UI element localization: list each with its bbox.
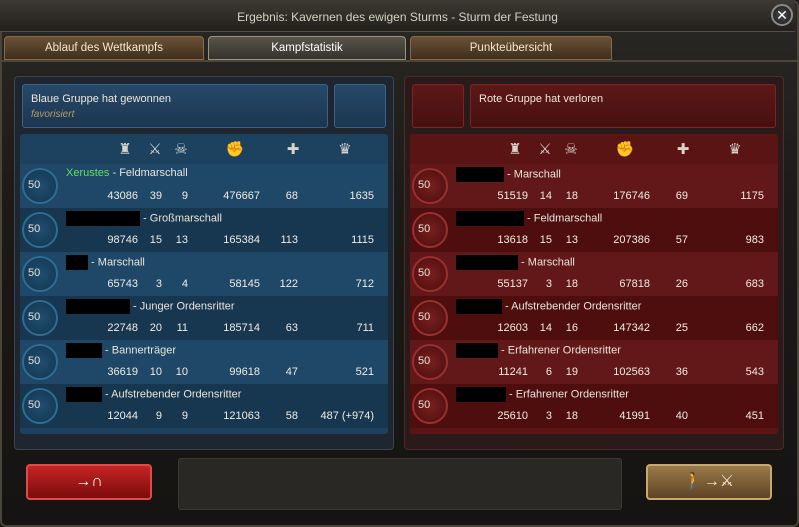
- table-row[interactable]: 50 - Marschall 65743 3 4 58145 122 712: [20, 252, 388, 296]
- plus-icon: ✚: [676, 141, 690, 158]
- player-rank: Bannerträger: [111, 344, 176, 357]
- title-bar: Ergebnis: Kavernen des ewigen Sturms - S…: [0, 0, 795, 32]
- redacted-name: [456, 255, 518, 270]
- redacted-name: [66, 299, 130, 314]
- red-column-header: ♜ ⚔ ☠ ✊ ✚ ♛: [410, 138, 778, 162]
- blue-column-header: ♜ ⚔ ☠ ✊ ✚ ♛: [20, 138, 388, 162]
- player-rank: Großmarschall: [149, 212, 222, 225]
- crossed-swords-icon: ⚔: [538, 141, 552, 158]
- redacted-name: [66, 343, 102, 358]
- table-row[interactable]: 50 Xerustes - Feldmarschall 43086 39 9 4…: [20, 164, 388, 208]
- player-name[interactable]: Xerustes: [66, 167, 109, 179]
- table-row[interactable]: 50 - Feldmarschall 13618 15 13 207386 57…: [410, 208, 778, 252]
- player-rank: Erfahrener Ordensritter: [507, 344, 621, 357]
- redacted-name: [66, 255, 88, 270]
- table-row[interactable]: 50 - Marschall 55137 3 18 67818 26 683: [410, 252, 778, 296]
- red-status: Rote Gruppe hat verloren: [479, 93, 604, 105]
- player-rank: Feldmarschall: [533, 212, 603, 225]
- redacted-name: [66, 387, 102, 402]
- player-rank: Marschall: [527, 256, 575, 269]
- fist-icon: ✊: [225, 141, 245, 158]
- table-row[interactable]: 50 - Bannerträger 36619 10 10 99618 47 5…: [20, 340, 388, 384]
- tab-punkteuebersicht[interactable]: Punkteübersicht: [410, 36, 612, 60]
- player-rank: Erfahrener Ordensritter: [515, 388, 629, 401]
- player-rank: Junger Ordensritter: [139, 300, 235, 313]
- tab-divider: [2, 60, 797, 62]
- table-row[interactable]: 50 - Marschall 51519 14 18 176746 69 117…: [410, 164, 778, 208]
- table-row[interactable]: 50 - Erfahrener Ordensritter 11241 6 19 …: [410, 340, 778, 384]
- close-icon[interactable]: ✕: [771, 4, 793, 26]
- blue-flag-box: [334, 84, 386, 128]
- tab-kampfstatistik[interactable]: Kampfstatistik: [208, 36, 406, 60]
- redacted-name: [456, 211, 524, 226]
- player-rank: Feldmarschall: [119, 167, 188, 179]
- fist-icon: ✊: [615, 141, 635, 158]
- tower-icon: ♜: [508, 141, 522, 158]
- player-rank: Marschall: [513, 168, 561, 181]
- red-table: ♜ ⚔ ☠ ✊ ✚ ♛ 50 - Marschall 51519 14 18 1…: [410, 134, 778, 434]
- message-area: [178, 458, 622, 510]
- red-flag-box: [412, 84, 464, 128]
- player-rank: Aufstrebender Ordensritter: [511, 300, 642, 313]
- table-row[interactable]: 50 - Aufstrebender Ordensritter 12603 14…: [410, 296, 778, 340]
- tab-ablauf[interactable]: Ablauf des Wettkampfs: [4, 36, 204, 60]
- skull-icon: ☠: [174, 141, 188, 158]
- table-row[interactable]: 50 - Erfahrener Ordensritter 25610 3 18 …: [410, 384, 778, 428]
- redacted-name: [456, 167, 504, 182]
- rejoin-battle-button[interactable]: 🚶→⚔: [646, 464, 772, 500]
- leave-arena-button[interactable]: →∩: [26, 464, 152, 500]
- window-title: Ergebnis: Kavernen des ewigen Sturms - S…: [237, 10, 558, 24]
- blue-status: Blaue Gruppe hat gewonnen: [31, 93, 172, 105]
- blue-table: ♜ ⚔ ☠ ✊ ✚ ♛ 50 Xerustes - Feldmarschall …: [20, 134, 388, 434]
- tower-icon: ♜: [118, 141, 132, 158]
- crown-icon: ♛: [338, 141, 352, 158]
- table-row[interactable]: 50 - Junger Ordensritter 22748 20 11 185…: [20, 296, 388, 340]
- table-row[interactable]: 50 - Großmarschall 98746 15 13 165384 11…: [20, 208, 388, 252]
- crossed-swords-icon: ⚔: [148, 141, 162, 158]
- redacted-name: [456, 343, 498, 358]
- player-rank: Marschall: [97, 256, 145, 269]
- crown-icon: ♛: [728, 141, 742, 158]
- player-rank: Aufstrebender Ordensritter: [111, 388, 242, 401]
- blue-sub: favorisiert: [31, 109, 75, 120]
- table-row[interactable]: 50 - Aufstrebender Ordensritter 12044 9 …: [20, 384, 388, 428]
- redacted-name: [456, 299, 502, 314]
- red-status-box: Rote Gruppe hat verloren: [470, 84, 776, 128]
- blue-status-box: Blaue Gruppe hat gewonnen favorisiert: [22, 84, 328, 128]
- redacted-name: [456, 387, 506, 402]
- skull-icon: ☠: [564, 141, 578, 158]
- plus-icon: ✚: [286, 141, 300, 158]
- redacted-name: [66, 211, 140, 226]
